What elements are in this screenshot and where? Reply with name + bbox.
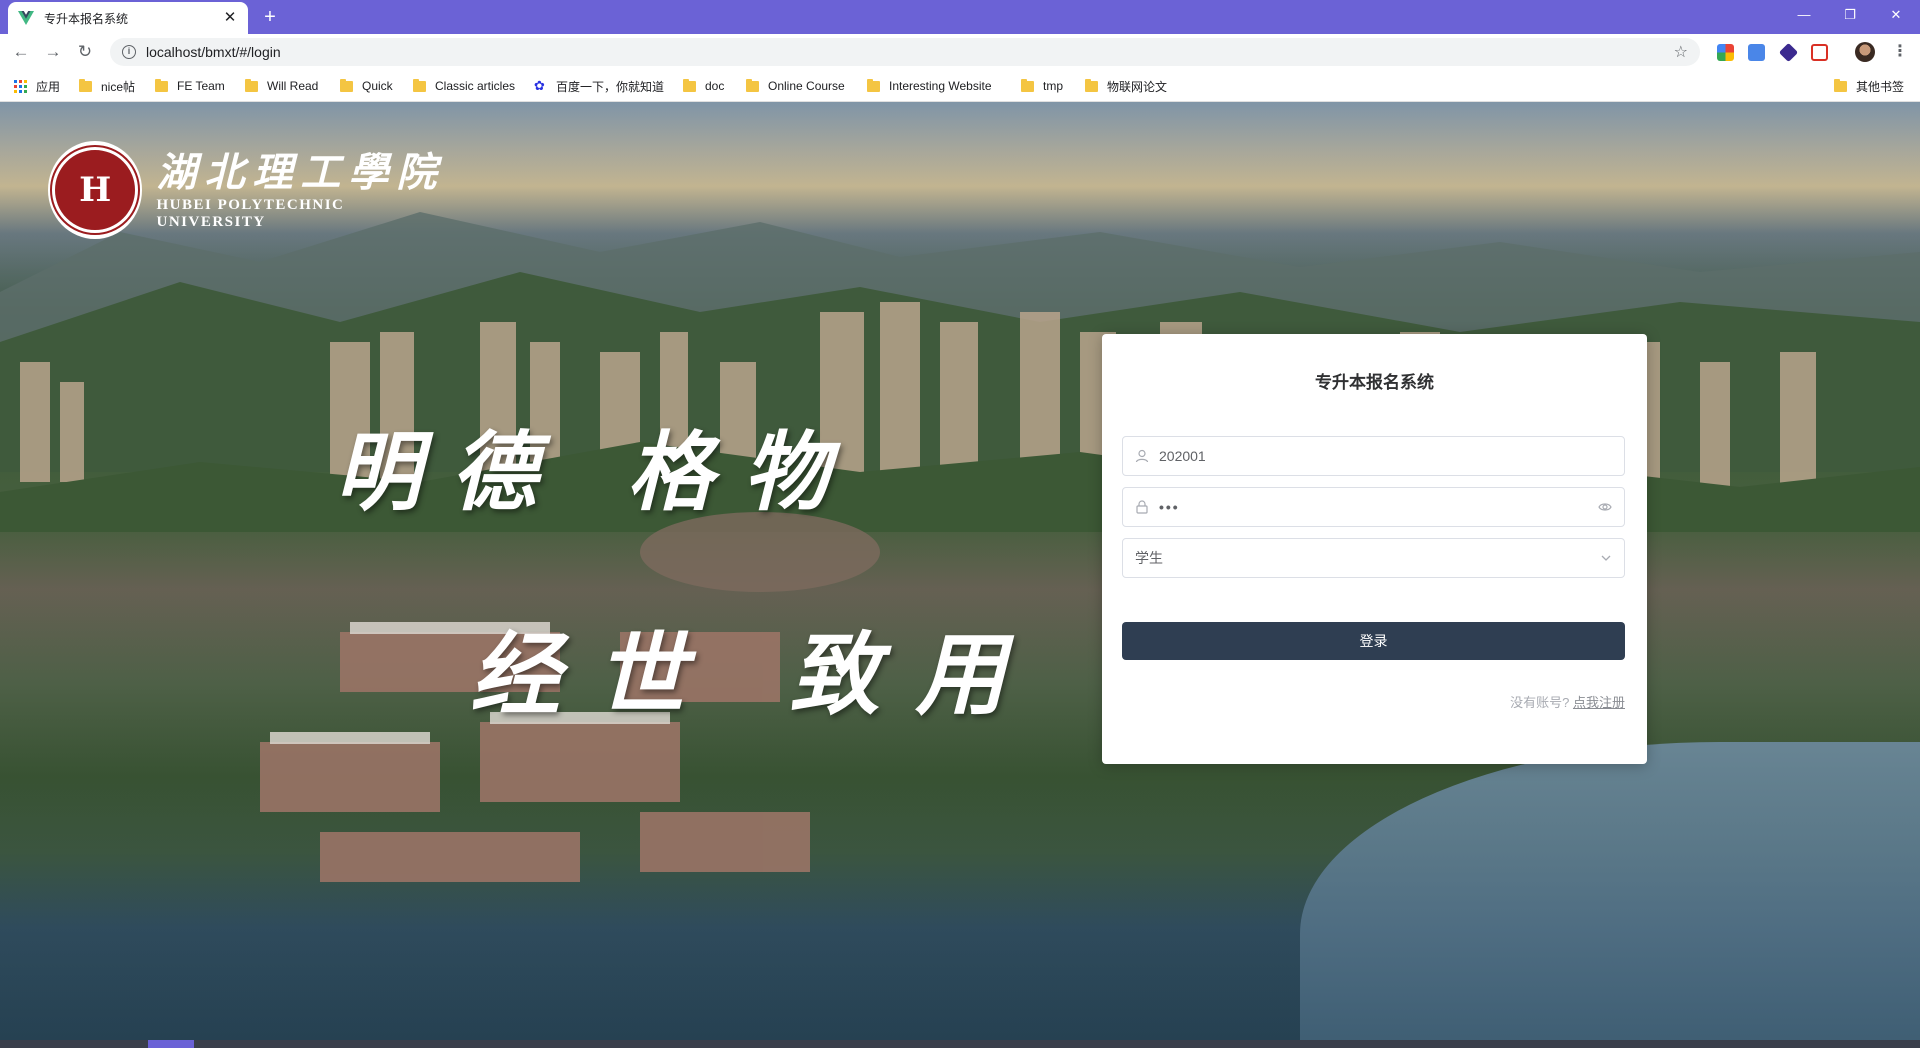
extension-chrome-icon[interactable] <box>1717 44 1734 61</box>
restore-button[interactable]: ❐ <box>1828 0 1872 30</box>
profile-avatar[interactable] <box>1855 42 1875 62</box>
folder-icon <box>155 78 168 92</box>
folder-icon <box>746 78 759 92</box>
address-bar[interactable]: i localhost/bmxt/#/login ☆ <box>110 38 1700 66</box>
bookmark-label: 物联网论文 <box>1107 79 1168 94</box>
tab-title: 专升本报名系统 <box>44 11 129 26</box>
logo-english-name: HUBEI POLYTECHNIC UNIVERSITY <box>156 197 345 230</box>
folder-icon <box>413 78 426 92</box>
password-field[interactable]: ••• <box>1122 487 1625 527</box>
reload-button[interactable]: ↻ <box>73 40 97 64</box>
bookmark-label: tmp <box>1043 79 1064 93</box>
username-value: 202001 <box>1159 448 1206 464</box>
bookmark-label: Quick <box>362 79 393 93</box>
folder-icon <box>683 78 696 92</box>
folder-icon <box>245 78 258 92</box>
new-tab-button[interactable]: + <box>258 5 282 29</box>
logo-chinese-name: 湖北理工學院 <box>156 149 445 196</box>
bookmarks-bar: 应用 nice帖 FE Team Will Read Quick Classic… <box>0 70 1920 102</box>
bookmark-label: nice帖 <box>101 79 136 94</box>
login-page: H 湖北理工學院 HUBEI POLYTECHNIC UNIVERSITY 明德… <box>0 102 1920 1040</box>
login-title: 专升本报名系统 <box>1315 373 1434 392</box>
role-value: 学生 <box>1135 550 1163 566</box>
university-logo: H 湖北理工學院 HUBEI POLYTECHNIC UNIVERSITY <box>48 141 448 239</box>
bookmark-folder[interactable]: 物联网论文 <box>1085 77 1167 95</box>
bookmark-baidu[interactable]: ✿ 百度一下，你就知道 <box>534 77 664 95</box>
apps-grid-icon <box>14 79 27 93</box>
bookmark-label: FE Team <box>177 79 225 93</box>
login-card: 专升本报名系统 202001 ••• 学生 登录 没有账号? 点我注册 <box>1102 334 1647 764</box>
no-account-text: 没有账号? <box>1510 695 1570 710</box>
background-river <box>1300 742 1920 1040</box>
bookmark-label: 百度一下，你就知道 <box>556 79 665 94</box>
forward-button[interactable]: → <box>41 40 65 64</box>
close-window-button[interactable]: ✕ <box>1874 0 1918 30</box>
browser-menu-icon[interactable]: ⋮ <box>1892 41 1908 63</box>
register-link[interactable]: 点我注册 <box>1573 695 1625 710</box>
bookmark-label: Will Read <box>267 79 319 93</box>
bookmark-folder[interactable]: Quick <box>340 77 393 95</box>
bookmark-folder[interactable]: Online Course <box>746 77 845 95</box>
browser-tabstrip: 专升本报名系统 ✕ + — ❐ ✕ <box>0 0 1920 34</box>
taskbar-active-app[interactable] <box>148 1040 194 1048</box>
bookmark-label: Online Course <box>768 79 845 93</box>
browser-toolbar: ← → ↻ i localhost/bmxt/#/login ☆ ⋮ <box>0 34 1920 70</box>
user-icon <box>1135 449 1149 463</box>
eye-icon[interactable] <box>1598 500 1612 514</box>
bookmark-folder[interactable]: Classic articles <box>413 77 515 95</box>
bookmark-label: 应用 <box>36 79 61 94</box>
folder-icon <box>1085 78 1098 92</box>
role-select[interactable]: 学生 <box>1122 538 1625 578</box>
baidu-paw-icon: ✿ <box>534 78 545 93</box>
bookmark-label: Classic articles <box>435 79 516 93</box>
extension-fe-icon[interactable] <box>1811 44 1828 61</box>
bookmark-folder[interactable]: doc <box>683 77 724 95</box>
back-button[interactable]: ← <box>9 40 33 64</box>
bookmark-folder[interactable]: Interesting Website <box>867 77 992 95</box>
lock-icon <box>1136 500 1148 514</box>
bookmark-apps[interactable]: 应用 <box>14 77 60 95</box>
username-field[interactable]: 202001 <box>1122 436 1625 476</box>
folder-icon <box>1834 78 1847 92</box>
chevron-down-icon <box>1601 555 1611 561</box>
bookmark-folder[interactable]: FE Team <box>155 77 225 95</box>
browser-tab[interactable]: 专升本报名系统 ✕ <box>8 2 248 34</box>
bookmark-label: doc <box>705 79 725 93</box>
university-seal-icon: H <box>48 141 143 239</box>
password-value: ••• <box>1159 499 1180 515</box>
motto-line-1: 明德 格物 <box>335 422 859 523</box>
folder-icon <box>867 78 880 92</box>
os-taskbar <box>0 1040 1920 1048</box>
minimize-button[interactable]: — <box>1782 0 1826 30</box>
extension-translate-icon[interactable] <box>1748 44 1765 61</box>
motto-line-2: 经世 致用 <box>470 622 1042 728</box>
register-prompt: 没有账号? 点我注册 <box>1510 692 1625 711</box>
logo-text: 湖北理工學院 HUBEI POLYTECHNIC UNIVERSITY <box>156 149 448 231</box>
seal-glyph: H <box>50 145 141 235</box>
folder-icon <box>79 78 92 92</box>
bookmark-folder[interactable]: Will Read <box>245 77 318 95</box>
site-info-icon[interactable]: i <box>122 45 136 59</box>
bookmark-folder[interactable]: nice帖 <box>79 77 135 95</box>
url-text[interactable]: localhost/bmxt/#/login <box>146 44 1674 60</box>
other-bookmarks[interactable]: 其他书签 <box>1834 77 1904 95</box>
bookmark-folder[interactable]: tmp <box>1021 77 1063 95</box>
folder-icon <box>1021 78 1034 92</box>
bookmark-star-icon[interactable]: ☆ <box>1674 42 1688 62</box>
other-bookmarks-label: 其他书签 <box>1856 79 1905 94</box>
login-button[interactable]: 登录 <box>1122 622 1625 660</box>
tab-close-icon[interactable]: ✕ <box>222 10 238 26</box>
vue-logo-icon <box>18 11 34 25</box>
bookmark-label: Interesting Website <box>889 79 992 93</box>
folder-icon <box>340 78 353 92</box>
extension-diamond-icon[interactable] <box>1778 42 1799 63</box>
